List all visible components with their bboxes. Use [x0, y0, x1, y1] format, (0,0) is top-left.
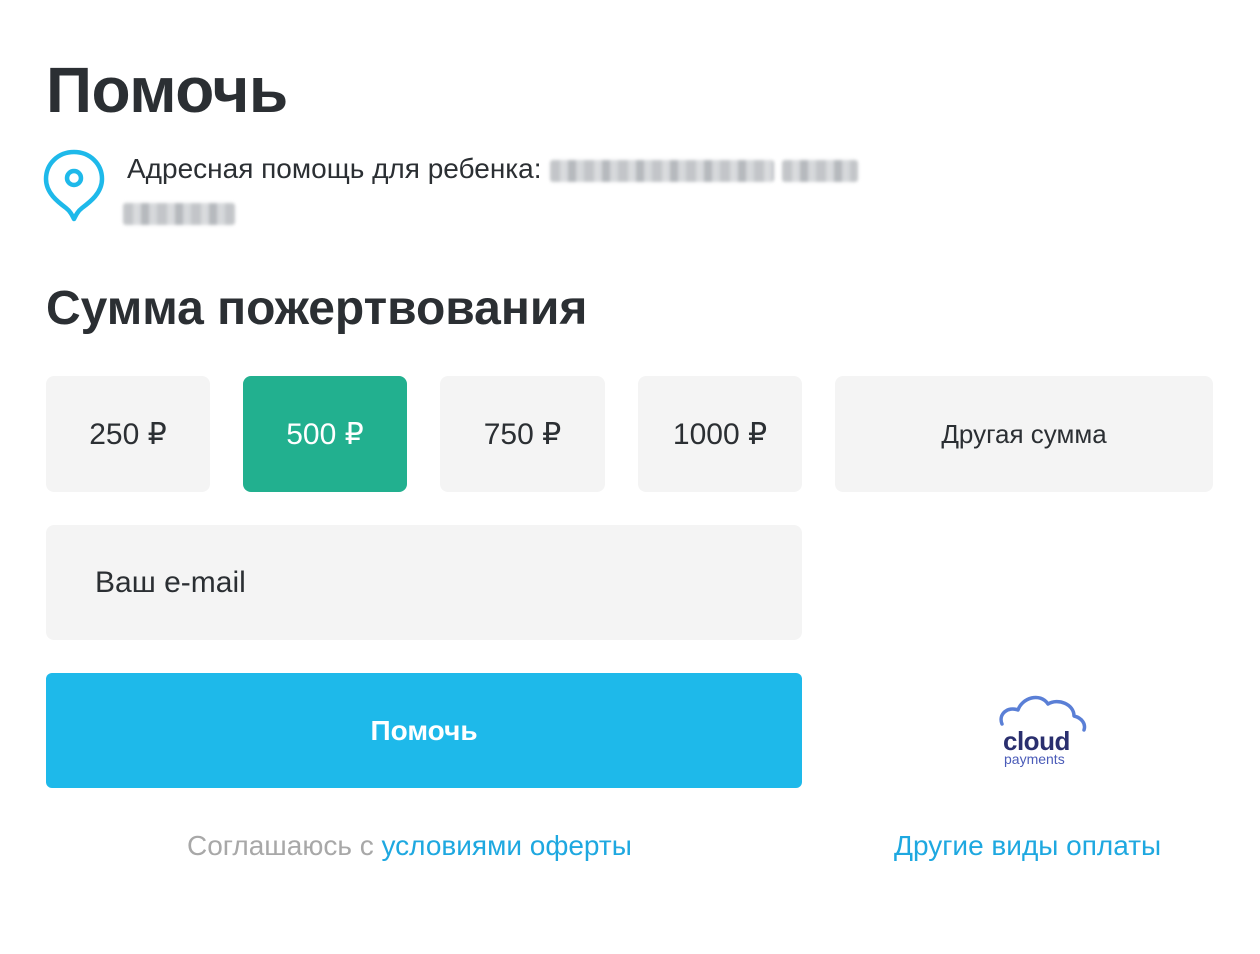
- amount-label: 750 ₽: [483, 417, 562, 451]
- donation-amount-title: Сумма пожертвования: [46, 282, 588, 335]
- donation-page: Помочь Адресная помощь для ребенка: Сумм…: [0, 0, 1260, 954]
- amount-label: 1000 ₽: [672, 417, 768, 451]
- email-field[interactable]: [46, 525, 802, 640]
- agreement-prefix: Соглашаюсь с: [187, 830, 374, 861]
- address-help-text: Адресная помощь для ребенка:: [123, 149, 897, 229]
- help-submit-button[interactable]: Помочь: [46, 673, 802, 788]
- offer-agreement: Соглашаюсь с условиями оферты: [187, 828, 632, 864]
- address-label: Адресная помощь для ребенка:: [127, 153, 542, 184]
- amount-label: 500 ₽: [286, 417, 364, 451]
- location-pin-icon: [43, 149, 105, 222]
- amount-option-500[interactable]: 500 ₽: [243, 376, 407, 492]
- amount-option-other[interactable]: Другая сумма: [835, 376, 1213, 492]
- other-payment-methods-link[interactable]: Другие виды оплаты: [894, 828, 1161, 864]
- cloudpayments-logo-sub: payments: [1004, 751, 1065, 767]
- amount-label: 250 ₽: [89, 417, 167, 451]
- redacted-name: [549, 159, 774, 182]
- amount-label: Другая сумма: [941, 418, 1107, 449]
- page-title: Помочь: [46, 54, 288, 126]
- redacted-age: [781, 159, 858, 182]
- redacted-city: [123, 202, 235, 225]
- amount-option-1000[interactable]: 1000 ₽: [638, 376, 802, 492]
- amount-option-750[interactable]: 750 ₽: [440, 376, 605, 492]
- amount-option-250[interactable]: 250 ₽: [46, 376, 210, 492]
- offer-terms-link[interactable]: условиями оферты: [381, 830, 631, 861]
